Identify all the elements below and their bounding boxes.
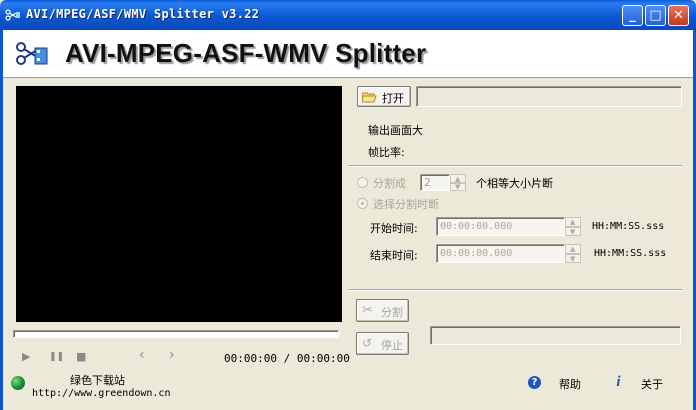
start-time-value: 00:00:00.000 <box>440 221 513 232</box>
divider <box>348 165 682 167</box>
split-button-label: 分割 <box>381 306 403 319</box>
start-format-hint: HH:MM:SS.sss <box>592 221 665 232</box>
scissors-film-logo-icon <box>16 42 48 65</box>
end-time-stepper[interactable]: ▲ ▼ <box>565 244 581 263</box>
file-path-field[interactable] <box>416 86 682 107</box>
end-time-input[interactable]: 00:00:00.000 <box>436 244 565 263</box>
split-time-label: 选择分割时断 <box>373 198 439 211</box>
time-display: 00:00:00 / 00:00:00 <box>224 352 350 365</box>
end-time-value: 00:00:00.000 <box>440 248 513 259</box>
pause-icon[interactable]: ❚❚ <box>49 352 64 362</box>
open-button[interactable]: 打开 <box>357 86 411 107</box>
close-button[interactable]: ✕ <box>668 5 689 26</box>
help-label[interactable]: 帮助 <box>559 376 581 392</box>
split-button[interactable]: ✂ 分割 <box>356 299 409 322</box>
about-label[interactable]: 关于 <box>641 376 663 392</box>
parts-count-stepper[interactable]: ▲ ▼ <box>450 174 466 191</box>
close-icon: ✕ <box>673 8 684 23</box>
banner: AVI-MPEG-ASF-WMV Splitter <box>3 30 693 78</box>
previous-icon[interactable]: ‹ <box>139 347 145 363</box>
end-time-label: 结束时间: <box>370 249 418 262</box>
start-time-input[interactable]: 00:00:00.000 <box>436 217 565 236</box>
title-bar[interactable]: AVI/MPEG/ASF/WMV Splitter v3.22 _ □ ✕ <box>0 0 696 30</box>
stop-button[interactable]: ↺ 停止 <box>356 332 409 355</box>
split-progress-bar <box>430 326 681 345</box>
radio-dot <box>361 202 364 205</box>
site-name[interactable]: 绿色下载站 <box>70 372 125 388</box>
folder-icon <box>362 92 377 103</box>
output-size-label: 输出画面大 <box>368 124 423 137</box>
info-icon[interactable]: i <box>612 375 625 390</box>
stop-undo-icon: ↺ <box>362 336 373 350</box>
scissors-film-icon <box>5 9 20 21</box>
window-title: AVI/MPEG/ASF/WMV Splitter v3.22 <box>26 7 260 21</box>
banner-title: AVI-MPEG-ASF-WMV Splitter <box>65 38 427 68</box>
split-equal-label: 分割成 <box>373 177 406 190</box>
play-icon[interactable]: ▶ <box>22 350 30 363</box>
minimize-icon: _ <box>629 8 636 23</box>
start-time-label: 开始时间: <box>370 222 418 235</box>
help-icon[interactable]: ? <box>528 376 541 389</box>
maximize-button[interactable]: □ <box>645 5 666 26</box>
maximize-icon: □ <box>649 8 662 23</box>
site-url[interactable]: http://www.greendown.cn <box>32 388 170 399</box>
parts-suffix-label: 个相等大小片断 <box>476 177 553 190</box>
stop-button-label: 停止 <box>381 339 403 352</box>
start-time-stepper[interactable]: ▲ ▼ <box>565 217 581 236</box>
scissors-icon: ✂ <box>362 303 373 318</box>
end-format-hint: HH:MM:SS.sss <box>594 248 667 259</box>
open-button-label: 打开 <box>382 92 404 105</box>
divider <box>348 289 682 291</box>
next-icon[interactable]: › <box>169 347 175 363</box>
split-time-radio[interactable] <box>357 198 368 209</box>
parts-count-value: 2 <box>424 176 431 189</box>
globe-icon <box>11 376 25 390</box>
split-equal-radio[interactable] <box>357 177 368 188</box>
seek-bar[interactable] <box>13 330 339 338</box>
parts-count-input[interactable]: 2 <box>420 174 450 191</box>
video-preview <box>16 86 342 322</box>
minimize-button[interactable]: _ <box>622 5 643 26</box>
stop-icon[interactable]: ■ <box>76 350 86 363</box>
frame-ratio-label: 帧比率: <box>368 146 405 159</box>
